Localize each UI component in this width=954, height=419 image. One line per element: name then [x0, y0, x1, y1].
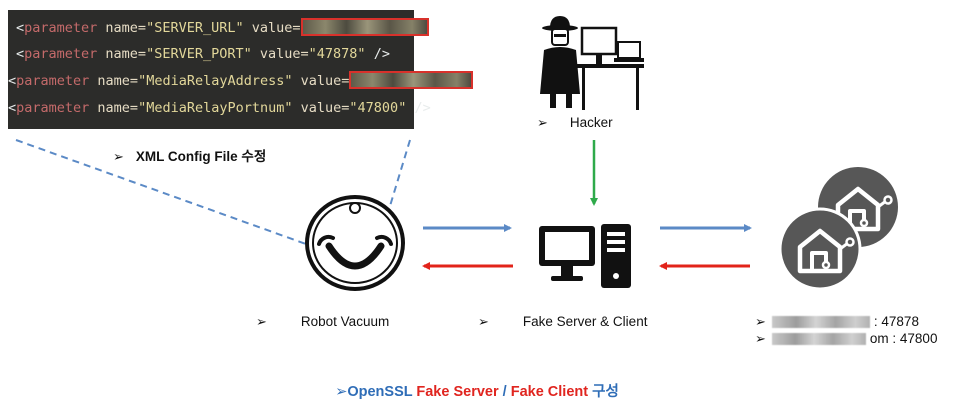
redacted-server-host-1: [771, 316, 870, 329]
redacted-server-host-2: [771, 333, 866, 346]
hacker-icon: [540, 16, 644, 110]
server-port-label-1: ➢: 47878: [755, 314, 919, 329]
robot-vacuum-label: ➢ Robot Vacuum: [256, 314, 390, 329]
fake-server-label: ➢ Fake Server & Client: [478, 314, 648, 329]
openssl-footer-caption: ➢OpenSSL Fake Server / Fake Client 구성: [335, 384, 619, 400]
hacker-label: ➢ Hacker: [537, 115, 613, 130]
dashed-line-left: [15, 139, 307, 245]
robot-vacuum-icon: [305, 195, 405, 291]
desktop-computer-icon: [539, 224, 631, 288]
server-port-label-2: ➢ om : 47800: [755, 331, 938, 346]
smart-home-icon: [778, 167, 898, 289]
